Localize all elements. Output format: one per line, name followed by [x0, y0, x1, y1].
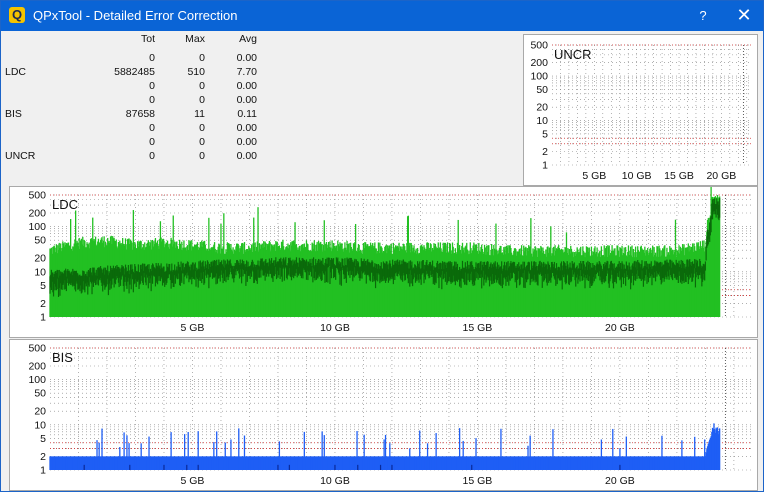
window-title: QPxTool - Detailed Error Correction — [33, 8, 238, 23]
y-tick-label: 200 — [28, 207, 46, 219]
y-tick-label: 5 — [40, 433, 46, 445]
x-tick-label: 5 GB — [181, 322, 205, 334]
stats-header-row: Tot Max Avg — [5, 33, 267, 46]
stats-row: 0 0 0.00 — [5, 122, 267, 135]
uncr-chart: 500 200 100 50 20 10 5 2 1 5 GB 10 GB 15 GB 20 GB UNC… — [523, 34, 758, 186]
y-tick-label: 2 — [542, 146, 548, 158]
row-max: 510 — [187, 66, 205, 78]
close-button[interactable]: ✕ — [727, 1, 761, 31]
row-tot: 0 — [149, 122, 155, 134]
row-avg: 0.00 — [236, 136, 257, 148]
x-tick-label: 20 GB — [605, 322, 635, 334]
x-tick-label: 5 GB — [181, 475, 205, 487]
row-max: 11 — [194, 108, 205, 120]
x-tick-label: 15 GB — [463, 475, 493, 487]
ldc-bars — [49, 187, 721, 317]
chart-title: LDC — [52, 197, 78, 212]
row-avg: 0.00 — [236, 52, 257, 64]
x-tick-label: 15 GB — [664, 170, 694, 182]
row-avg: 0.00 — [236, 80, 257, 92]
row-avg: 0.00 — [236, 150, 257, 162]
chart-title: UNCR — [554, 47, 592, 62]
y-tick-label: 2 — [40, 451, 46, 463]
y-tick-label: 200 — [530, 57, 548, 69]
y-tick-label: 500 — [28, 190, 46, 202]
row-avg: 0.00 — [236, 122, 257, 134]
y-tick-label: 200 — [28, 360, 46, 372]
y-tick-label: 50 — [536, 84, 548, 96]
stats-row: 0 0 0.00 — [5, 80, 267, 93]
x-tick-label: 15 GB — [463, 322, 493, 334]
y-tick-label: 1 — [542, 160, 548, 172]
stats-row-uncr: UNCR 0 0 0.00 — [5, 150, 267, 163]
x-tick-label: 10 GB — [622, 170, 652, 182]
row-avg: 0.00 — [236, 94, 257, 106]
row-tot: 0 — [149, 150, 155, 162]
y-tick-label: 10 — [536, 115, 548, 127]
x-tick-label: 10 GB — [320, 322, 350, 334]
row-tot: 0 — [149, 136, 155, 148]
ldc-chart-svg: 5002001005020105215 GB 10 GB 15 GB 20 GBLDC — [28, 187, 751, 334]
x-tick-label: 20 GB — [605, 475, 635, 487]
stats-row-bis: BIS 87658 11 0.11 — [5, 108, 267, 121]
y-tick-label: 10 — [34, 419, 46, 431]
row-tot: 0 — [149, 80, 155, 92]
stats-row: 0 0 0.00 — [5, 52, 267, 65]
row-label: UNCR — [5, 150, 36, 162]
x-tick-label: 10 GB — [320, 475, 350, 487]
bis-bars — [49, 423, 721, 470]
help-button[interactable]: ? — [689, 1, 717, 31]
y-tick-label: 50 — [34, 235, 46, 247]
row-max: 0 — [199, 136, 205, 148]
y-tick-label: 20 — [34, 406, 46, 418]
y-tick-label: 10 — [34, 266, 46, 278]
y-tick-label: 100 — [28, 374, 46, 386]
row-avg: 7.70 — [236, 66, 257, 78]
row-max: 0 — [199, 52, 205, 64]
y-tick-label: 20 — [34, 253, 46, 265]
row-max: 0 — [199, 122, 205, 134]
y-tick-label: 2 — [40, 298, 46, 310]
bis-chart-svg: 5002001005020105215 GB 10 GB 15 GB 20 GBBIS — [28, 343, 751, 487]
stats-table: Tot Max Avg 0 0 0.00 LDC 5882485 510 7.7… — [5, 33, 267, 163]
row-label: LDC — [5, 66, 27, 78]
row-max: 0 — [199, 94, 205, 106]
x-tick-label: 20 GB — [706, 170, 736, 182]
y-tick-label: 500 — [530, 40, 548, 52]
window: Q QPxTool - Detailed Error Correction ? … — [0, 0, 764, 492]
header-tot: Tot — [140, 33, 155, 45]
row-tot: 0 — [149, 94, 155, 106]
row-tot: 5882485 — [114, 66, 155, 78]
y-tick-label: 100 — [530, 71, 548, 83]
row-avg: 0.11 — [237, 108, 257, 120]
stats-row: 0 0 0.00 — [5, 136, 267, 149]
row-max: 0 — [199, 80, 205, 92]
row-tot: 87658 — [125, 108, 155, 120]
header-max: Max — [185, 33, 205, 45]
qpxtool-icon: Q — [9, 7, 25, 23]
y-tick-label: 20 — [536, 102, 548, 114]
bis-chart: 500 200 100 50 20 10 5 2 1 5 GB 10 GB 15 GB 20 GB BIS — [9, 339, 758, 491]
row-max: 0 — [199, 150, 205, 162]
y-tick-label: 100 — [28, 221, 46, 233]
row-tot: 0 — [149, 52, 155, 64]
y-tick-label: 5 — [40, 280, 46, 292]
title-bar[interactable]: Q QPxTool - Detailed Error Correction ? … — [1, 1, 763, 31]
y-tick-label: 50 — [34, 388, 46, 400]
row-label: BIS — [5, 108, 22, 120]
ldc-chart: 500 200 100 50 20 10 5 2 1 5 GB 10 GB 15 GB 20 GB LDC — [9, 186, 758, 338]
x-tick-label: 5 GB — [582, 170, 606, 182]
uncr-chart-svg: 5002001005020105215 GB 10 GB 15 GB 20 GBUNC… — [530, 40, 751, 182]
y-tick-label: 1 — [40, 465, 46, 477]
y-tick-label: 1 — [40, 312, 46, 324]
chart-title: BIS — [52, 350, 73, 365]
stats-row-ldc: LDC 5882485 510 7.70 — [5, 66, 267, 79]
y-tick-label: 500 — [28, 343, 46, 355]
stats-row: 0 0 0.00 — [5, 94, 267, 107]
header-avg: Avg — [239, 33, 257, 45]
y-tick-label: 5 — [542, 128, 548, 140]
